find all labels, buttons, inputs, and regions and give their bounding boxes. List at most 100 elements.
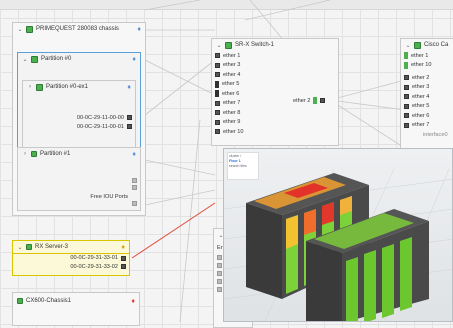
rx-server-header[interactable]: ⌄ RX Server-3 ♦	[13, 241, 129, 253]
chevron-right-icon[interactable]: ›	[22, 151, 28, 157]
port-row[interactable]: ether 7	[401, 121, 453, 131]
port-icon[interactable]	[404, 113, 409, 119]
rx-server-panel[interactable]: ⌄ RX Server-3 ♦ 00-0C-29-31-33-01 00-0C-…	[12, 240, 130, 276]
cx600-panel[interactable]: CX600-Chassis1 ♦	[12, 292, 140, 326]
port-row[interactable]: ether 2	[401, 73, 453, 83]
port-icon[interactable]	[132, 201, 137, 206]
port-icon[interactable]	[215, 100, 220, 106]
bell-icon[interactable]: ♦	[121, 244, 125, 251]
chevron-down-icon[interactable]: ⌄	[216, 42, 222, 49]
port-icon[interactable]	[217, 271, 222, 276]
partition0-ex1-header[interactable]: › Partition #0-ex1 ♦	[23, 81, 135, 93]
port-icon[interactable]	[217, 255, 222, 260]
port-row[interactable]: ether 10	[212, 127, 338, 137]
port-label: ether 5	[222, 81, 240, 88]
port-row[interactable]: ether 3	[212, 61, 338, 71]
port-row[interactable]: ether 8	[212, 108, 338, 118]
port-row[interactable]: ether 1	[401, 51, 453, 61]
port-icon[interactable]	[404, 75, 409, 81]
partition1-panel[interactable]: › Partition #1 ♦ Free IOU Ports	[17, 147, 141, 211]
mac-port-row[interactable]: 00-0C-29-11-00-01	[23, 122, 135, 131]
port-icon[interactable]	[215, 53, 220, 59]
cisco-header[interactable]: ⌄ Cisco Ca	[401, 39, 453, 51]
bell-icon[interactable]: ♦	[127, 84, 131, 91]
port-row[interactable]: ether 3	[401, 83, 453, 93]
port-icon[interactable]	[121, 255, 126, 261]
mac-port-row[interactable]: 00-0C-29-31-33-01	[13, 253, 129, 262]
port-icon[interactable]	[404, 122, 409, 128]
port-row[interactable]: ether 1	[212, 51, 338, 61]
port-icon[interactable]	[404, 61, 408, 69]
legend-line: search tiles	[229, 164, 247, 168]
port-label: ether 3	[412, 84, 430, 91]
port-row[interactable]: ether 4	[212, 70, 338, 80]
mac-port-row[interactable]: 00-0C-29-31-33-02	[13, 262, 129, 271]
mac-address: 00-0C-29-31-33-02	[70, 263, 118, 270]
port-icon[interactable]	[127, 115, 132, 120]
bell-icon[interactable]: ♦	[132, 151, 136, 158]
mac-port-row[interactable]: 00-0C-29-11-00-00	[23, 113, 135, 122]
port-row[interactable]: interface0	[401, 130, 453, 140]
port-icon[interactable]	[313, 97, 318, 105]
server-icon	[31, 151, 37, 157]
port-label: interface0	[423, 131, 448, 138]
port-icon[interactable]	[132, 178, 137, 183]
primequest-header[interactable]: ⌄ PRIMEQUEST 280083 chassis ♦	[13, 23, 145, 35]
chevron-down-icon[interactable]: ⌄	[17, 244, 23, 251]
chevron-down-icon[interactable]: ⌄	[405, 42, 411, 49]
port-icon[interactable]	[217, 263, 222, 268]
port-row[interactable]: ether 10	[401, 61, 453, 71]
mac-address: 00-0C-29-11-00-01	[76, 123, 124, 130]
port-icon[interactable]	[404, 94, 409, 100]
cisco-panel[interactable]: ⌄ Cisco Ca ether 1 ether 10 ether 2 ethe…	[400, 38, 453, 150]
port-icon[interactable]	[217, 287, 222, 292]
port-icon[interactable]	[132, 185, 137, 190]
server-icon	[17, 298, 23, 304]
port-icon[interactable]	[215, 110, 220, 116]
port-row[interactable]: ether 5	[401, 102, 453, 112]
primequest-chassis-panel[interactable]: ⌄ PRIMEQUEST 280083 chassis ♦ ⌄ Partitio…	[12, 22, 146, 216]
switch-icon	[225, 41, 232, 49]
server-icon	[36, 83, 43, 91]
bell-icon[interactable]: ♦	[132, 56, 136, 63]
port-row[interactable]: ether 9	[212, 118, 338, 128]
cx600-header[interactable]: CX600-Chassis1 ♦	[13, 293, 139, 309]
cisco-title: Cisco Ca	[424, 42, 449, 48]
switch1-header[interactable]: ⌄ SR-X Switch-1	[212, 39, 338, 51]
port-icon[interactable]	[127, 124, 132, 129]
port-icon[interactable]	[215, 72, 220, 78]
rack-slot-column	[382, 244, 394, 318]
rack-slot-column	[400, 237, 412, 311]
port-icon[interactable]	[215, 119, 220, 125]
switch1-panel[interactable]: ⌄ SR-X Switch-1 ether 1 ether 3 ether 4 …	[211, 38, 339, 146]
port-icon[interactable]	[215, 90, 219, 98]
side-port-row[interactable]: ether 2	[290, 96, 326, 106]
partition0-header[interactable]: ⌄ Partition #0 ♦	[18, 53, 140, 65]
port-icon[interactable]	[404, 52, 408, 60]
rack-slot-column	[346, 257, 358, 321]
port-icon[interactable]	[217, 279, 222, 284]
port-row[interactable]: ether 4	[401, 92, 453, 102]
port-icon[interactable]	[404, 84, 409, 90]
bell-icon[interactable]: ♦	[131, 298, 135, 305]
port-label: ether 7	[223, 100, 241, 107]
partition1-header[interactable]: › Partition #1 ♦	[18, 148, 140, 160]
partition1-title: Partition #1	[40, 151, 71, 157]
chevron-down-icon[interactable]: ⌄	[17, 26, 23, 33]
port-label: ether 8	[223, 109, 241, 116]
chevron-down-icon[interactable]: ⌄	[22, 56, 28, 63]
port-icon[interactable]	[121, 264, 126, 269]
port-row[interactable]: ether 5	[212, 80, 338, 90]
port-row[interactable]: ether 6	[401, 111, 453, 121]
cx600-title: CX600-Chassis1	[26, 298, 72, 304]
chevron-right-icon[interactable]: ›	[27, 84, 33, 90]
port-icon[interactable]	[215, 62, 220, 68]
bell-icon[interactable]: ♦	[137, 26, 141, 33]
rack-heatmap-view[interactable]: cluster / Floor 1 search tiles	[223, 148, 453, 322]
port-icon[interactable]	[404, 103, 409, 109]
rx-server-title: RX Server-3	[35, 244, 69, 250]
port-icon[interactable]	[215, 129, 220, 135]
port-icon[interactable]	[320, 98, 326, 104]
port-label: ether 4	[223, 71, 241, 78]
port-icon[interactable]	[215, 80, 219, 88]
